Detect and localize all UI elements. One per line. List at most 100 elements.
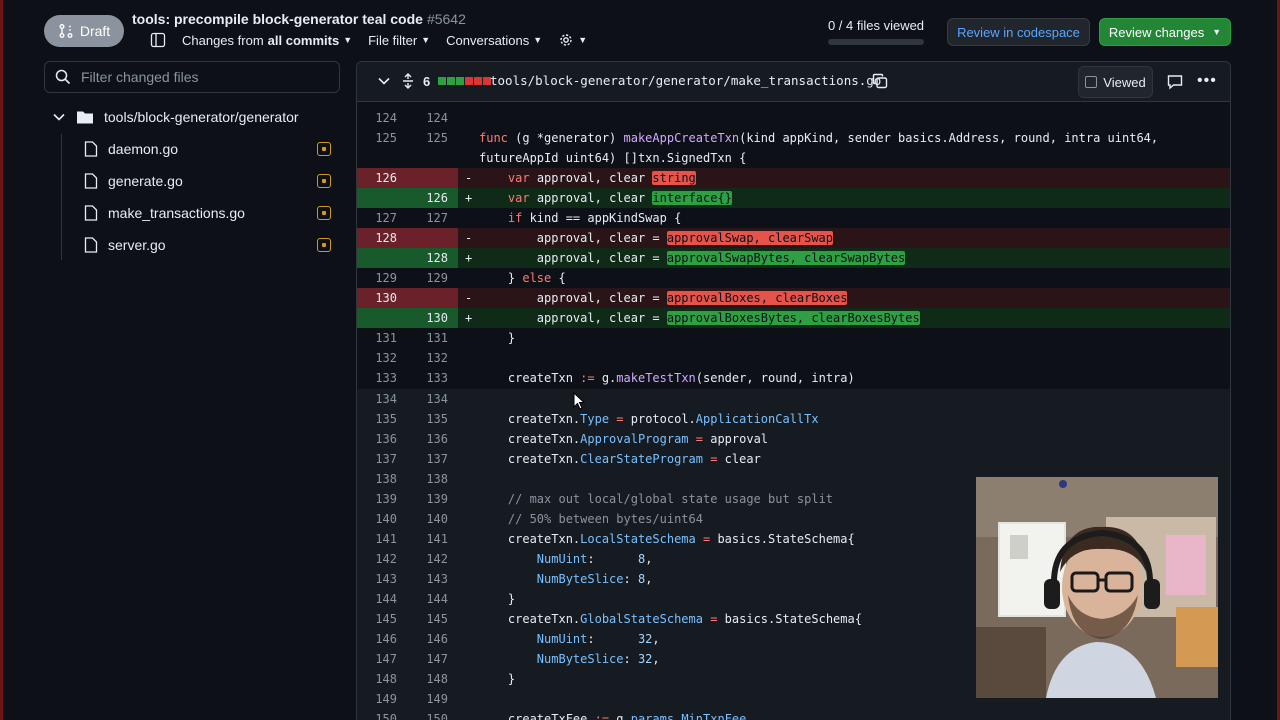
new-line-number[interactable]: 129 bbox=[408, 268, 448, 288]
diff-settings-dropdown[interactable]: ▼ bbox=[558, 32, 587, 48]
diff-line[interactable]: 131 131 } bbox=[357, 328, 1230, 348]
old-line-number[interactable] bbox=[357, 188, 408, 208]
diff-line[interactable]: futureAppId uint64) []txn.SignedTxn { bbox=[357, 148, 1230, 168]
old-line-number[interactable]: 148 bbox=[357, 669, 397, 689]
new-line-number[interactable]: 149 bbox=[408, 689, 448, 709]
new-line-number[interactable]: 128 bbox=[408, 248, 458, 268]
conversations-dropdown[interactable]: Conversations ▼ bbox=[446, 33, 542, 48]
old-line-number[interactable]: 138 bbox=[357, 469, 397, 489]
new-line-number[interactable]: 125 bbox=[408, 128, 448, 148]
tree-file-daemon[interactable]: daemon.go bbox=[84, 137, 340, 161]
old-line-number[interactable]: 124 bbox=[357, 108, 397, 128]
new-line-number[interactable]: 140 bbox=[408, 509, 448, 529]
old-line-number[interactable]: 139 bbox=[357, 489, 397, 509]
new-line-number[interactable]: 124 bbox=[408, 108, 448, 128]
diff-line[interactable]: 135 135 createTxn.Type = protocol.Applica… bbox=[357, 409, 1230, 429]
sidebar-toggle-icon[interactable] bbox=[150, 32, 166, 48]
old-line-number[interactable]: 135 bbox=[357, 409, 397, 429]
new-line-number[interactable]: 134 bbox=[408, 389, 448, 409]
diff-line[interactable]: 132 132 bbox=[357, 348, 1230, 368]
new-line-number[interactable]: 131 bbox=[408, 328, 448, 348]
new-line-number[interactable]: 139 bbox=[408, 489, 448, 509]
expand-all-icon[interactable] bbox=[401, 73, 415, 89]
old-line-number[interactable]: 134 bbox=[357, 389, 397, 409]
new-line-number[interactable]: 135 bbox=[408, 409, 448, 429]
old-line-number[interactable]: 142 bbox=[357, 549, 397, 569]
new-line-number[interactable]: 133 bbox=[408, 368, 448, 388]
viewed-checkbox[interactable]: Viewed bbox=[1078, 66, 1153, 98]
new-line-number[interactable]: 147 bbox=[408, 649, 448, 669]
diff-line[interactable]: 130 - approval, clear = approvalBoxes, cl… bbox=[357, 288, 1230, 308]
new-line-number[interactable]: 145 bbox=[408, 609, 448, 629]
old-line-number[interactable]: 137 bbox=[357, 449, 397, 469]
new-line-number[interactable] bbox=[408, 168, 458, 188]
old-line-number[interactable]: 150 bbox=[357, 709, 397, 720]
diff-line[interactable]: 127 127 if kind == appKindSwap { bbox=[357, 208, 1230, 228]
diff-line[interactable]: 128 + approval, clear = approvalSwapBytes… bbox=[357, 248, 1230, 268]
diff-line[interactable]: 136 136 createTxn.ApprovalProgram = appro… bbox=[357, 429, 1230, 449]
old-line-number[interactable] bbox=[357, 308, 408, 328]
old-line-number[interactable]: 126 bbox=[357, 168, 408, 188]
new-line-number[interactable]: 130 bbox=[408, 308, 458, 328]
diff-line[interactable]: 134 134 bbox=[357, 389, 1230, 409]
diff-line[interactable]: 130 + approval, clear = approvalBoxesByte… bbox=[357, 308, 1230, 328]
new-line-number[interactable]: 126 bbox=[408, 188, 458, 208]
diff-line[interactable]: 128 - approval, clear = approvalSwap, cle… bbox=[357, 228, 1230, 248]
old-line-number[interactable]: 128 bbox=[357, 228, 408, 248]
old-line-number[interactable] bbox=[357, 248, 408, 268]
new-line-number[interactable]: 146 bbox=[408, 629, 448, 649]
new-line-number[interactable]: 141 bbox=[408, 529, 448, 549]
new-line-number[interactable]: 127 bbox=[408, 208, 448, 228]
diff-line[interactable]: 133 133 createTxn := g.makeTestTxn(sender… bbox=[357, 368, 1230, 388]
new-line-number[interactable]: 148 bbox=[408, 669, 448, 689]
collapse-chevron-icon[interactable] bbox=[377, 74, 391, 88]
diff-line[interactable]: 124 124 bbox=[357, 108, 1230, 128]
changes-from-dropdown[interactable]: Changes from all commits ▼ bbox=[182, 33, 352, 48]
old-line-number[interactable]: 147 bbox=[357, 649, 397, 669]
tree-file-make-transactions[interactable]: make_transactions.go bbox=[84, 201, 340, 225]
old-line-number[interactable]: 145 bbox=[357, 609, 397, 629]
old-line-number[interactable]: 132 bbox=[357, 348, 397, 368]
old-line-number[interactable]: 143 bbox=[357, 569, 397, 589]
old-line-number[interactable]: 127 bbox=[357, 208, 397, 228]
diff-line[interactable]: 125 125 func (g *generator) makeAppCreateT… bbox=[357, 128, 1230, 148]
tree-folder[interactable]: tools/block-generator/generator bbox=[52, 106, 299, 128]
tree-file-server[interactable]: server.go bbox=[84, 233, 340, 257]
diff-line[interactable]: 150 150 createTxFee := g.params.MinTxnFee bbox=[357, 709, 1230, 720]
kebab-menu-icon[interactable]: ••• bbox=[1197, 72, 1217, 90]
copy-icon[interactable] bbox=[872, 73, 888, 89]
new-line-number[interactable]: 142 bbox=[408, 549, 448, 569]
old-line-number[interactable]: 141 bbox=[357, 529, 397, 549]
file-filter-dropdown[interactable]: File filter ▼ bbox=[368, 33, 430, 48]
diff-line[interactable]: 129 129 } else { bbox=[357, 268, 1230, 288]
old-line-number[interactable]: 129 bbox=[357, 268, 397, 288]
diff-file-path[interactable]: tools/block-generator/generator/make_tra… bbox=[490, 73, 881, 88]
new-line-number[interactable]: 143 bbox=[408, 569, 448, 589]
filter-files-input[interactable] bbox=[81, 69, 321, 85]
new-line-number[interactable]: 136 bbox=[408, 429, 448, 449]
new-line-number[interactable]: 150 bbox=[408, 709, 448, 720]
filter-files-field[interactable] bbox=[44, 61, 340, 93]
old-line-number[interactable]: 146 bbox=[357, 629, 397, 649]
new-line-number[interactable]: 137 bbox=[408, 449, 448, 469]
new-line-number[interactable] bbox=[408, 228, 458, 248]
new-line-number[interactable]: 138 bbox=[408, 469, 448, 489]
old-line-number[interactable]: 149 bbox=[357, 689, 397, 709]
old-line-number[interactable]: 136 bbox=[357, 429, 397, 449]
comment-icon[interactable] bbox=[1167, 74, 1183, 90]
old-line-number[interactable]: 144 bbox=[357, 589, 397, 609]
new-line-number[interactable]: 132 bbox=[408, 348, 448, 368]
new-line-number[interactable]: 144 bbox=[408, 589, 448, 609]
old-line-number[interactable]: 131 bbox=[357, 328, 397, 348]
diff-line[interactable]: 126 - var approval, clear string bbox=[357, 168, 1230, 188]
old-line-number[interactable]: 125 bbox=[357, 128, 397, 148]
diff-line[interactable]: 137 137 createTxn.ClearStateProgram = cle… bbox=[357, 449, 1230, 469]
old-line-number[interactable]: 140 bbox=[357, 509, 397, 529]
review-changes-button[interactable]: Review changes ▼ bbox=[1099, 18, 1231, 46]
old-line-number[interactable]: 133 bbox=[357, 368, 397, 388]
new-line-number[interactable] bbox=[408, 288, 458, 308]
tree-file-generate[interactable]: generate.go bbox=[84, 169, 340, 193]
diff-line[interactable]: 126 + var approval, clear interface{} bbox=[357, 188, 1230, 208]
review-in-codespace-button[interactable]: Review in codespace bbox=[947, 18, 1090, 46]
old-line-number[interactable]: 130 bbox=[357, 288, 408, 308]
